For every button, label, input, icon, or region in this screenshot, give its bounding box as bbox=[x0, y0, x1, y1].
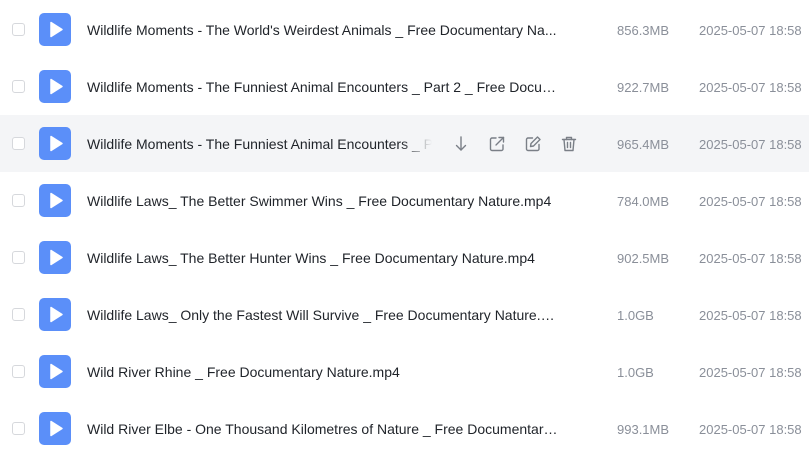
file-size: 922.7MB bbox=[617, 80, 670, 95]
file-name[interactable]: Wild River Elbe - One Thousand Kilometre… bbox=[87, 420, 562, 438]
file-size: 856.3MB bbox=[617, 23, 670, 38]
file-modified-time: 2025-05-07 18:58 bbox=[699, 23, 802, 38]
row-checkbox[interactable] bbox=[12, 365, 25, 378]
file-name[interactable]: Wildlife Moments - The Funniest Animal E… bbox=[87, 78, 562, 96]
file-row[interactable]: Wildlife Laws_ The Better Swimmer Wins _… bbox=[0, 172, 809, 229]
file-row[interactable]: Wildlife Moments - The Funniest Animal E… bbox=[0, 115, 809, 172]
video-play-icon bbox=[39, 184, 71, 217]
file-name[interactable]: Wildlife Moments - The Funniest Animal E… bbox=[87, 135, 432, 153]
row-checkbox[interactable] bbox=[12, 137, 25, 150]
delete-icon[interactable] bbox=[558, 133, 580, 155]
video-play-icon bbox=[39, 241, 71, 274]
file-modified-time: 2025-05-07 18:58 bbox=[699, 137, 802, 152]
file-size: 784.0MB bbox=[617, 194, 670, 209]
row-checkbox[interactable] bbox=[12, 422, 25, 435]
share-icon[interactable] bbox=[486, 133, 508, 155]
file-row[interactable]: Wildlife Moments - The World's Weirdest … bbox=[0, 1, 809, 58]
video-play-icon bbox=[39, 13, 71, 46]
video-play-icon bbox=[39, 70, 71, 103]
file-name[interactable]: Wild River Rhine _ Free Documentary Natu… bbox=[87, 363, 562, 381]
file-modified-time: 2025-05-07 18:58 bbox=[699, 365, 802, 380]
file-row[interactable]: Wildlife Moments - The Funniest Animal E… bbox=[0, 58, 809, 115]
file-modified-time: 2025-05-07 18:58 bbox=[699, 308, 802, 323]
file-row[interactable]: Wild River Rhine _ Free Documentary Natu… bbox=[0, 343, 809, 400]
file-modified-time: 2025-05-07 18:58 bbox=[699, 251, 802, 266]
row-checkbox[interactable] bbox=[12, 80, 25, 93]
row-checkbox[interactable] bbox=[12, 23, 25, 36]
row-checkbox[interactable] bbox=[12, 308, 25, 321]
video-play-icon bbox=[39, 298, 71, 331]
file-name[interactable]: Wildlife Laws_ Only the Fastest Will Sur… bbox=[87, 306, 562, 324]
file-modified-time: 2025-05-07 18:58 bbox=[699, 194, 802, 209]
file-size: 902.5MB bbox=[617, 251, 670, 266]
file-size: 965.4MB bbox=[617, 137, 670, 152]
file-size: 1.0GB bbox=[617, 308, 654, 323]
file-modified-time: 2025-05-07 18:58 bbox=[699, 422, 802, 437]
file-name[interactable]: Wildlife Laws_ The Better Hunter Wins _ … bbox=[87, 249, 562, 267]
video-play-icon bbox=[39, 355, 71, 388]
file-size: 1.0GB bbox=[617, 365, 654, 380]
file-row[interactable]: Wildlife Laws_ Only the Fastest Will Sur… bbox=[0, 286, 809, 343]
row-checkbox[interactable] bbox=[12, 194, 25, 207]
video-play-icon bbox=[39, 127, 71, 160]
file-name[interactable]: Wildlife Moments - The World's Weirdest … bbox=[87, 21, 562, 39]
file-modified-time: 2025-05-07 18:58 bbox=[699, 80, 802, 95]
edit-icon[interactable] bbox=[522, 133, 544, 155]
file-name[interactable]: Wildlife Laws_ The Better Swimmer Wins _… bbox=[87, 192, 562, 210]
video-play-icon bbox=[39, 412, 71, 445]
row-checkbox[interactable] bbox=[12, 251, 25, 264]
file-size: 993.1MB bbox=[617, 422, 670, 437]
file-row[interactable]: Wild River Elbe - One Thousand Kilometre… bbox=[0, 400, 809, 457]
download-icon[interactable] bbox=[450, 133, 472, 155]
file-row[interactable]: Wildlife Laws_ The Better Hunter Wins _ … bbox=[0, 229, 809, 286]
